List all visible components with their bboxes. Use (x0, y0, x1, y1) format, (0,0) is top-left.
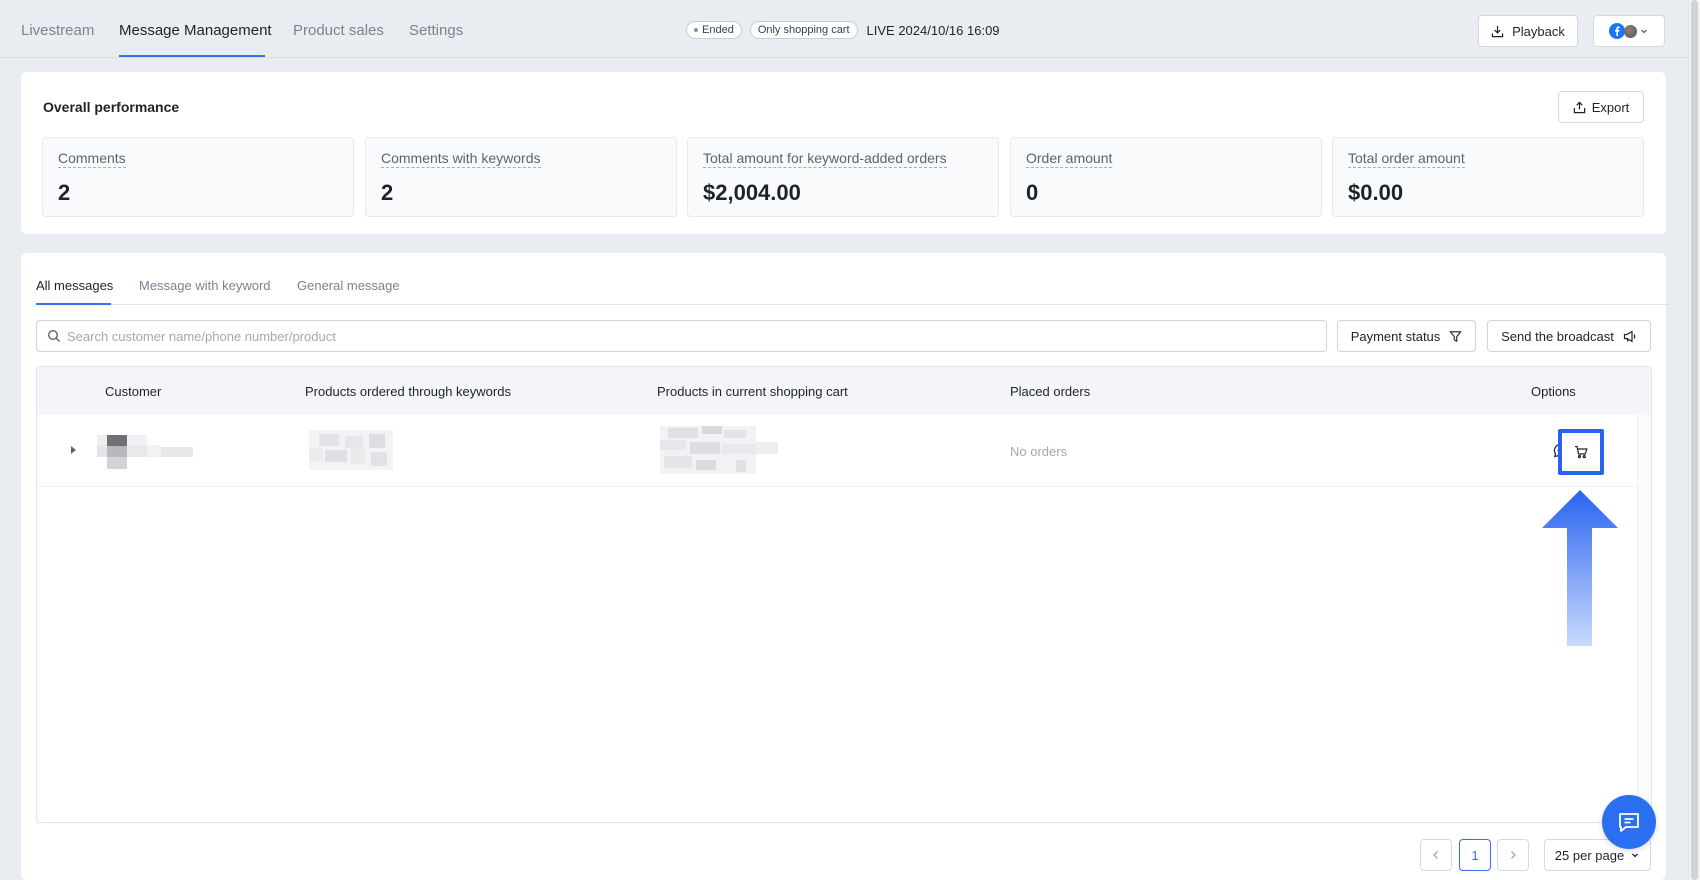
performance-card: Overall performance Export Comments 2 Co… (21, 72, 1666, 234)
per-page-label: 25 per page (1554, 847, 1625, 863)
tab-general-message[interactable]: General message (297, 278, 400, 293)
send-broadcast-button[interactable]: Send the broadcast (1487, 320, 1651, 352)
facebook-icon (1609, 23, 1625, 39)
chevron-down-icon (1632, 853, 1639, 858)
export-label: Export (1591, 99, 1630, 115)
stat-label[interactable]: Order amount (1026, 150, 1113, 168)
tab-all-messages[interactable]: All messages (36, 278, 113, 293)
playback-label: Playback (1512, 23, 1565, 39)
stat-comments-with-keywords: Comments with keywords 2 (365, 137, 677, 217)
active-tab-indicator (119, 55, 265, 57)
chevron-down-icon (1641, 29, 1647, 34)
placed-orders-value: No orders (1010, 444, 1068, 459)
column-header-cart-products: Products in current shopping cart (657, 384, 848, 399)
cart-mode-badge: Only shopping cart (749, 21, 858, 39)
payment-status-filter-button[interactable]: Payment status (1337, 320, 1476, 352)
redacted-keyword-products (309, 430, 393, 470)
column-header-options: Options (1531, 384, 1576, 399)
filter-icon (1449, 330, 1463, 342)
page-scrollbar[interactable] (1688, 0, 1700, 880)
live-datetime: LIVE 2024/10/16 16:09 (866, 22, 1000, 38)
redacted-cart-products (660, 426, 778, 474)
ended-badge-label: Ended (702, 24, 734, 36)
search-icon (47, 329, 60, 342)
status-dot-icon (694, 28, 698, 32)
tab-product-sales[interactable]: Product sales (293, 22, 384, 39)
stat-label[interactable]: Comments with keywords (381, 150, 541, 168)
performance-title: Overall performance (43, 99, 180, 115)
column-header-placed-orders: Placed orders (1010, 384, 1091, 399)
prev-page-button[interactable] (1420, 839, 1452, 871)
tab-settings[interactable]: Settings (409, 22, 463, 39)
tab-message-management[interactable]: Message Management (119, 22, 272, 39)
tabs-divider (36, 304, 1672, 305)
chevron-left-icon (1433, 851, 1438, 859)
stat-value: 0 (1026, 180, 1039, 205)
broadcast-label: Send the broadcast (1501, 328, 1614, 344)
cart-icon (1575, 445, 1588, 459)
chevron-right-icon (1511, 851, 1516, 859)
stat-label[interactable]: Total order amount (1348, 150, 1465, 168)
messages-table: Customer Products ordered through keywor… (36, 366, 1652, 823)
page-number-button[interactable]: 1 (1459, 839, 1491, 871)
download-icon (1491, 25, 1504, 37)
stat-comments: Comments 2 (42, 137, 354, 217)
account-switcher-button[interactable] (1593, 15, 1665, 47)
messages-card: All messages Message with keyword Genera… (21, 253, 1672, 880)
megaphone-icon (1623, 329, 1636, 343)
tab-message-with-keyword[interactable]: Message with keyword (139, 278, 271, 293)
search-field[interactable] (36, 320, 1327, 352)
export-icon (1573, 101, 1585, 113)
next-page-button[interactable] (1497, 839, 1529, 871)
search-input[interactable] (67, 321, 1307, 351)
scrollbar-thumb[interactable] (1691, 0, 1698, 880)
redacted-customer-name (97, 435, 193, 469)
support-chat-icon (1619, 813, 1639, 832)
table-scrollbar[interactable] (1637, 415, 1651, 822)
stat-label[interactable]: Comments (58, 150, 126, 168)
add-to-cart-button[interactable] (1558, 429, 1604, 475)
stat-value: 2 (381, 180, 394, 205)
tab-livestream[interactable]: Livestream (21, 22, 94, 39)
column-header-customer: Customer (105, 384, 162, 399)
stat-value: $2,004.00 (703, 180, 801, 205)
stat-value: 2 (58, 180, 71, 205)
expand-row-icon[interactable] (71, 446, 76, 454)
stat-order-amount: Order amount 0 (1010, 137, 1322, 217)
annotation-arrow-icon (1542, 490, 1618, 646)
stat-label[interactable]: Total amount for keyword-added orders (703, 150, 947, 168)
avatar (1624, 24, 1637, 38)
live-status-group: Ended Only shopping cart LIVE 2024/10/16… (686, 21, 1000, 39)
export-button[interactable]: Export (1558, 91, 1644, 123)
table-header: Customer Products ordered through keywor… (37, 367, 1651, 415)
active-tab-indicator (36, 303, 111, 305)
stat-keyword-orders-total: Total amount for keyword-added orders $2… (687, 137, 999, 217)
column-header-keyword-products: Products ordered through keywords (305, 384, 511, 399)
support-chat-button[interactable] (1602, 795, 1656, 849)
payment-status-label: Payment status (1350, 328, 1441, 344)
ended-badge: Ended (686, 21, 742, 39)
playback-button[interactable]: Playback (1478, 15, 1578, 47)
table-row[interactable]: No orders (37, 415, 1651, 487)
stat-value: $0.00 (1348, 180, 1404, 205)
top-navigation-bar: Livestream Message Management Product sa… (0, 0, 1700, 58)
stat-total-order-amount: Total order amount $0.00 (1332, 137, 1644, 217)
